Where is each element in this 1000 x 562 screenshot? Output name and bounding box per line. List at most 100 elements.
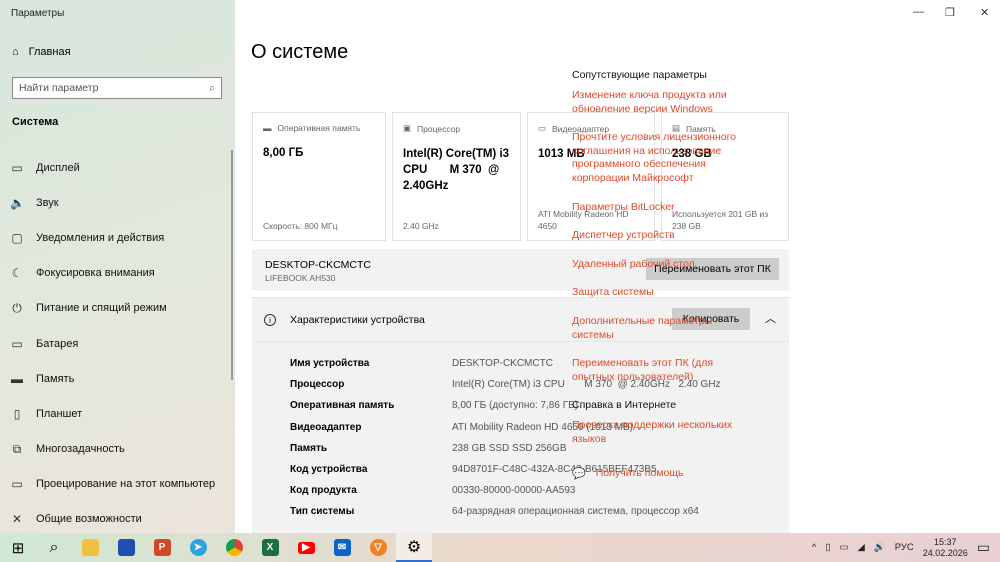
battery-icon[interactable]: ▭: [840, 542, 849, 553]
spec-key: Видеоадаптер: [290, 421, 362, 433]
sidebar-item[interactable]: ▢ Уведомления и действия: [10, 220, 230, 255]
card-value: Intel(R) Core(TM) i3 CPU M 370 @ 2.40GHz: [403, 148, 513, 192]
related-link[interactable]: Параметры BitLocker: [572, 201, 747, 215]
sidebar-item[interactable]: ✕ Общие возможности: [10, 502, 230, 537]
notifications-icon: ▢: [11, 230, 23, 245]
sidebar-item-label: Планшет: [36, 407, 83, 420]
related-link[interactable]: Диспетчер устройств: [572, 229, 747, 243]
spec-row: Имя устройства DESKTOP-CKCMCTC: [290, 358, 553, 369]
spec-value: 64-разрядная операционная система, проце…: [452, 506, 699, 518]
cpu-icon: ▣: [403, 123, 412, 133]
sidebar-item[interactable]: ▬ Память: [10, 361, 230, 396]
sidebar-home[interactable]: ⌂ Главная: [12, 46, 71, 58]
sidebar-item[interactable]: ▭ Батарея: [10, 326, 230, 361]
sidebar-item-label: Многозадачность: [36, 443, 125, 456]
related-link[interactable]: Прочтите условия лицензионного соглашени…: [572, 131, 747, 185]
volume-icon[interactable]: 🔊: [874, 542, 886, 553]
powerpoint-icon: P: [153, 539, 171, 556]
card-label: Процессор: [417, 123, 461, 134]
explorer-button[interactable]: [72, 533, 108, 562]
related-link[interactable]: Дополнительные параметры системы: [572, 315, 747, 342]
powerpoint-button[interactable]: P: [144, 533, 180, 562]
spec-key: Тип системы: [290, 506, 355, 518]
chevron-up-icon[interactable]: ︿: [765, 310, 776, 326]
shared-icon: ✕: [11, 512, 23, 527]
card-value: 8,00 ГБ: [263, 147, 304, 159]
card-footer: Скорость: 800 МГц: [263, 221, 338, 231]
clock[interactable]: 15:37 24.02.2026: [923, 537, 968, 559]
telegram-button[interactable]: ➤: [180, 533, 216, 562]
card-label: Оперативная память: [277, 123, 361, 133]
sidebar-item[interactable]: ☾ Фокусировка внимания: [10, 256, 230, 291]
get-help[interactable]: 💬 Получить помощь: [572, 467, 747, 481]
spec-value: DESKTOP-CKCMCTC: [452, 358, 553, 369]
gear-icon: ⚙: [406, 538, 422, 556]
search-input[interactable]: Найти параметр ⌕: [12, 77, 222, 99]
related-settings: Сопутствующие параметры Изменение ключа …: [572, 69, 747, 480]
excel-button[interactable]: X: [252, 533, 288, 562]
gpu-icon: ▭: [538, 123, 547, 133]
chevron-up-icon[interactable]: ^: [812, 542, 816, 553]
chrome-button[interactable]: [216, 533, 252, 562]
sidebar-item-label: Проецирование на этот компьютер: [36, 478, 216, 491]
sidebar-item-label: Уведомления и действия: [36, 231, 165, 244]
sidebar-item[interactable]: ⏻ Питание и спящий режим: [10, 291, 230, 326]
outlook-button[interactable]: ✉: [324, 533, 360, 562]
sidebar-item[interactable]: ▭ Проецирование на этот компьютер: [10, 467, 230, 502]
browser-button[interactable]: ▽: [360, 533, 396, 562]
search-placeholder: Найти параметр: [19, 82, 99, 94]
close-button[interactable]: ✕: [980, 6, 989, 19]
web-help-title: Справка в Интернете: [572, 399, 677, 412]
sidebar-item[interactable]: 🔈 Звук: [10, 185, 230, 220]
sidebar-item[interactable]: ▭ Дисплей: [10, 150, 230, 185]
sidebar-item[interactable]: ⧉ Многозадачность: [10, 432, 230, 467]
notifications-icon[interactable]: ▭: [977, 539, 990, 556]
spec-value: 8,00 ГБ (доступно: 7,86 ГБ): [452, 400, 579, 412]
search-icon: ⌕: [209, 81, 215, 94]
sidebar-item-label: Фокусировка внимания: [36, 267, 155, 280]
save-app-button[interactable]: [108, 533, 144, 562]
wifi-icon[interactable]: ◢: [858, 542, 865, 553]
language-indicator[interactable]: РУС: [895, 542, 914, 553]
tablet-icon: ▯: [13, 406, 21, 421]
specs-title: Характеристики устройства: [290, 313, 425, 326]
get-help-link[interactable]: Получить помощь: [596, 467, 684, 481]
spec-key: Код устройства: [290, 464, 368, 475]
related-link[interactable]: Защита системы: [572, 286, 747, 300]
maximize-button[interactable]: ❐: [945, 6, 955, 19]
sidebar-item-label: Звук: [36, 196, 59, 209]
date: 24.02.2026: [922, 547, 968, 558]
sidebar-scrollbar[interactable]: [231, 150, 233, 380]
taskbar: ⊞ ⌕ P ➤ X ▶ ✉ ▽ ⚙ ^ ▯ ▭ ◢ 🔊 РУС 15:37 24.…: [0, 533, 1000, 562]
sidebar: Параметры ⌂ Главная Найти параметр ⌕ Систе…: [0, 0, 235, 533]
search-taskbar-button[interactable]: ⌕: [36, 533, 72, 562]
storage-icon: ▬: [11, 371, 23, 386]
floppy-icon: [117, 539, 135, 556]
related-link[interactable]: Изменение ключа продукта или обновление …: [572, 89, 747, 116]
web-link[interactable]: Проверка поддержки нескольких языков: [572, 419, 747, 446]
youtube-button[interactable]: ▶: [288, 533, 324, 562]
spec-row: Код продукта 00330-80000-00000-AA593: [290, 485, 575, 496]
spec-value: 00330-80000-00000-AA593: [452, 485, 576, 497]
related-title: Сопутствующие параметры: [572, 69, 707, 81]
search-icon: ⌕: [49, 538, 59, 556]
usb-icon[interactable]: ▯: [825, 542, 830, 553]
spec-key: Оперативная память: [290, 400, 395, 412]
card-cpu: ▣ Процессор Intel(R) Core(TM) i3 CPU M 370…: [392, 112, 521, 241]
spec-row: Память 238 GB SSD SSD 256GB: [290, 443, 567, 454]
sidebar-item-label: Батарея: [36, 337, 79, 350]
start-button[interactable]: ⊞: [0, 533, 36, 562]
window-title: Параметры: [11, 8, 65, 19]
related-link[interactable]: Удаленный рабочий стол: [572, 258, 747, 272]
related-link[interactable]: Переименовать этот ПК (для опытных польз…: [572, 357, 747, 384]
spec-key: Память: [290, 442, 328, 454]
excel-icon: X: [261, 539, 279, 556]
chrome-icon: [225, 539, 243, 556]
windows-icon: ⊞: [11, 539, 25, 557]
sidebar-item[interactable]: ▯ Планшет: [10, 396, 230, 431]
settings-button[interactable]: ⚙: [396, 533, 432, 562]
minimize-button[interactable]: —: [913, 6, 924, 18]
spec-key: Имя устройства: [290, 358, 370, 369]
telegram-icon: ➤: [189, 539, 207, 556]
card-ram: ▬ Оперативная память 8,00 ГБ Скорость: 800 …: [252, 112, 386, 241]
